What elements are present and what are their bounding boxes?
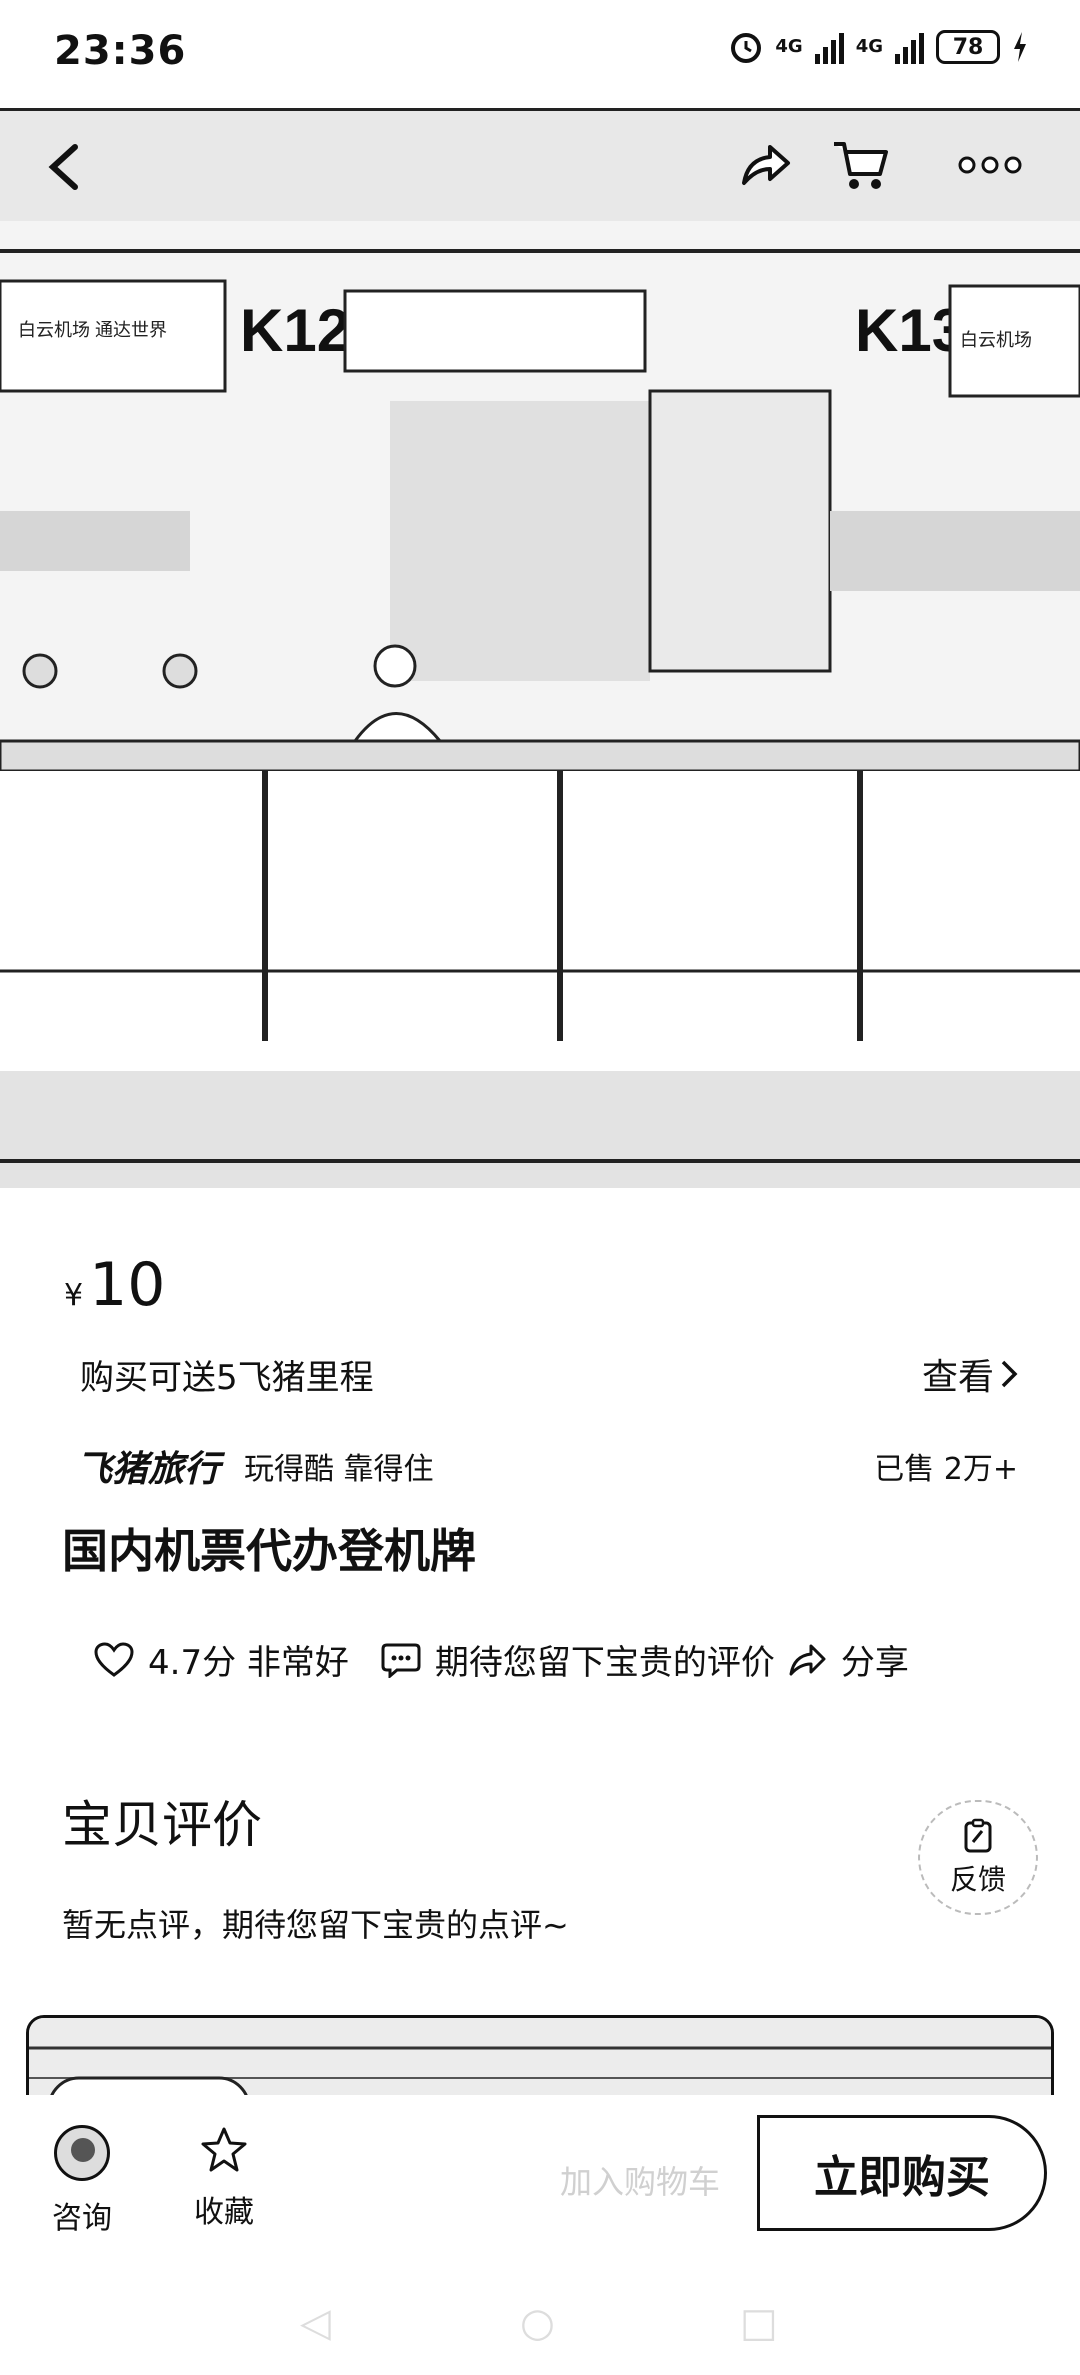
reviews-title: 宝贝评价 [62,1796,262,1854]
hero-sign-left: 白云机场 通达世界 [18,320,167,340]
signal-icon [895,30,924,64]
share-icon [742,145,790,185]
star-icon [201,2127,247,2172]
back-gesture-icon: ◁ [300,2300,331,2346]
signal-icon [814,30,844,64]
price-value: 10 [89,1250,166,1320]
status-bar: 23:36 4G 4G 78 [0,0,1080,108]
system-nav-area: ◁ ○ □ [0,2250,1080,2375]
rating-stat[interactable]: 4.7分 非常好 [94,1635,349,1684]
top-nav-bar [0,120,1080,220]
share-label: 分享 [840,1643,909,1683]
network-type-1: 4G [775,36,803,57]
more-button[interactable] [950,140,1030,190]
share-stat[interactable]: 分享 [787,1635,909,1684]
cart-button[interactable] [820,130,900,200]
price: ¥ 10 [64,1250,165,1320]
back-button[interactable] [30,132,100,202]
network-type-2: 4G [855,36,883,57]
status-icons: 4G 4G 78 [729,30,1028,64]
feedback-button[interactable]: 反馈 [918,1800,1038,1915]
product-hero-image[interactable]: 白云机场 通达世界 K12 K13 白云机场 [0,108,1080,1188]
cart-icon [834,142,888,189]
bottom-action-bar: 咨询 收藏 加入购物车 立即购买 [0,2095,1080,2250]
rating-text: 4.7分 非常好 [148,1643,349,1683]
chevron-left-icon [48,144,78,190]
home-gesture-icon: ○ [520,2300,555,2346]
buy-now-label: 立即购买 [814,2152,990,2203]
favorite-button[interactable]: 收藏 [174,2125,274,2231]
comment-stat[interactable]: 期待您留下宝贵的评价 [381,1635,775,1684]
add-to-cart-button[interactable]: 加入购物车 [560,2157,720,2203]
charging-icon [1014,32,1026,62]
battery-icon: 78 [936,30,1000,64]
fliggy-logo: 飞猪旅行 [76,1448,221,1490]
status-time: 23:36 [54,28,187,74]
consult-button[interactable]: 咨询 [32,2125,132,2237]
alarm-icon [731,33,762,63]
battery-level: 78 [952,34,984,60]
recents-gesture-icon: □ [740,2300,778,2346]
product-title: 国内机票代办登机牌 [62,1524,476,1578]
view-miles-label: 查看 [921,1357,994,1398]
feedback-label: 反馈 [949,1862,1006,1896]
consult-label: 咨询 [52,2201,112,2236]
stats-row: 4.7分 非常好 期待您留下宝贵的评价 分享 [94,1635,941,1684]
share-icon [789,1644,826,1675]
brand-slogan: 玩得酷 靠得住 [244,1452,434,1487]
chevron-right-icon [1001,1360,1018,1388]
comment-prompt-text: 期待您留下宝贵的评价 [434,1643,775,1683]
counter-label-left: K12 [240,297,350,364]
brand-row: 飞猪旅行 玩得酷 靠得住 [76,1440,434,1492]
favorite-label: 收藏 [194,2195,254,2230]
hero-sign-right: 白云机场 [960,330,1032,350]
miles-reward-text: 购买可送5飞猪里程 [80,1358,374,1398]
avatar [54,2125,110,2181]
sold-count: 已售 2万+ [874,1452,1018,1487]
comment-icon [381,1643,421,1678]
buy-now-button[interactable]: 立即购买 [757,2115,1047,2231]
more-dots-icon [958,156,1022,174]
view-miles-link[interactable]: 查看 [922,1348,1018,1400]
heart-icon [94,1641,134,1677]
price-currency: ¥ [64,1278,84,1313]
feedback-icon [964,1818,992,1852]
airport-counter-illustration: 白云机场 通达世界 K12 K13 白云机场 [0,111,1080,1188]
share-top-button[interactable] [730,130,800,200]
empty-reviews-text: 暂无点评，期待您留下宝贵的点评~ [62,1906,569,1944]
